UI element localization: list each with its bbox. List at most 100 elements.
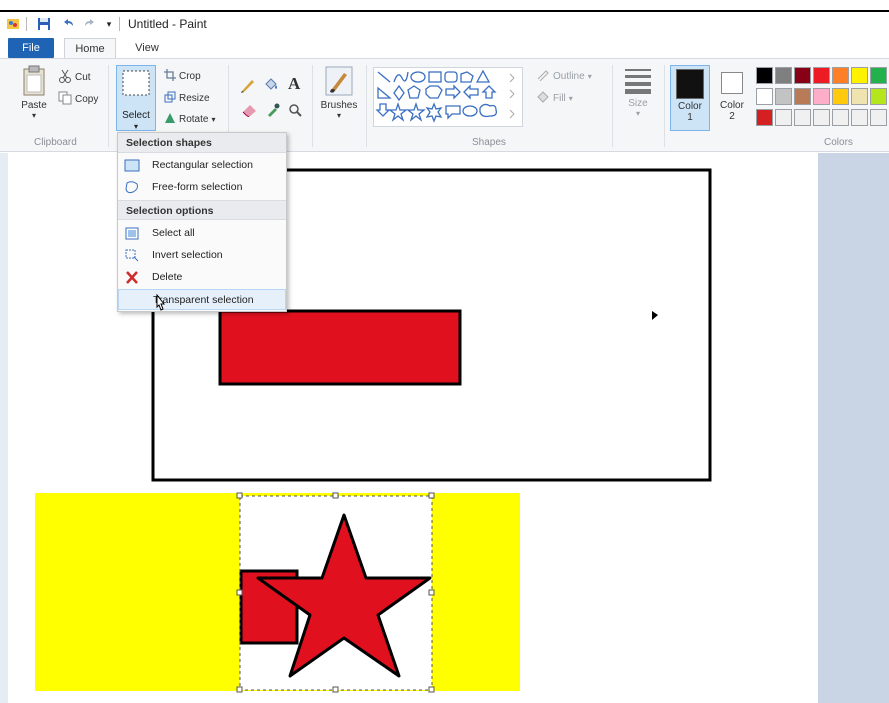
tab-file[interactable]: File [8, 38, 54, 58]
magnifier-icon[interactable] [288, 103, 302, 120]
divider [119, 17, 120, 31]
pencil-icon[interactable] [240, 77, 256, 96]
chevron-down-icon: ▾ [133, 122, 138, 131]
divider [108, 65, 109, 147]
divider [366, 65, 367, 147]
color2-number: 2 [729, 111, 735, 122]
palette-swatch[interactable] [794, 88, 811, 105]
palette-swatch[interactable] [813, 67, 830, 84]
divider [664, 65, 665, 147]
canvas-margin-panel [818, 153, 889, 703]
copy-label: Copy [75, 94, 99, 105]
undo-icon[interactable] [60, 16, 76, 32]
customize-toolbar-icon[interactable]: ▾ [104, 16, 114, 32]
divider [26, 17, 27, 31]
chevron-down-icon: ▾ [31, 111, 36, 120]
palette-swatch[interactable] [870, 88, 887, 105]
color1-swatch [676, 69, 704, 99]
ribbon-tabs: File Home View [0, 36, 889, 58]
color2-label: Color [720, 100, 744, 111]
palette-swatch[interactable] [756, 67, 773, 84]
rotate-label: Rotate [179, 114, 209, 125]
brushes-label: Brushes [320, 100, 358, 111]
shapes-gallery[interactable] [373, 67, 523, 127]
menu-item-label: Free-form selection [152, 181, 243, 193]
copy-icon [58, 91, 72, 108]
size-label: Size [628, 98, 648, 109]
rotate-icon [164, 112, 176, 127]
color2-button[interactable]: Color 2 [712, 65, 752, 131]
palette-swatch[interactable] [832, 67, 849, 84]
tab-home[interactable]: Home [64, 38, 116, 58]
paint-app-icon[interactable] [6, 16, 20, 32]
red-rectangle [218, 309, 462, 386]
title-bar: ▾ Untitled - Paint [0, 10, 889, 34]
menu-item-label: Delete [152, 271, 183, 283]
redo-icon[interactable] [82, 16, 98, 32]
mouse-cursor-icon [156, 294, 166, 311]
resize-button[interactable]: Resize [164, 91, 210, 106]
select-button[interactable]: Select ▾ [116, 65, 156, 131]
menu-item-label: Transparent selection [153, 294, 254, 306]
palette-swatch[interactable] [832, 88, 849, 105]
tab-view[interactable]: View [124, 38, 170, 58]
palette-swatch[interactable] [870, 67, 887, 84]
chevron-down-icon: ▾ [568, 94, 573, 103]
chevron-down-icon: ▾ [336, 111, 341, 120]
palette-swatch[interactable] [813, 88, 830, 105]
paste-button[interactable]: Paste ▾ [14, 65, 54, 120]
window-title: Untitled - Paint [128, 17, 207, 31]
eraser-icon[interactable] [242, 103, 258, 120]
palette-swatch[interactable] [775, 88, 792, 105]
fill-label: Fill [553, 93, 566, 104]
menu-item-transparent-selection[interactable]: Transparent selection [118, 289, 286, 310]
palette-swatch[interactable] [756, 88, 773, 105]
select-label: Select [122, 110, 150, 121]
menu-item-freeform-selection[interactable]: Free-form selection [118, 177, 286, 198]
selection-rectangle-icon [122, 70, 150, 96]
resize-label: Resize [179, 93, 210, 104]
copy-button[interactable]: Copy [58, 91, 98, 108]
crop-button[interactable]: Crop [164, 69, 201, 84]
color1-button[interactable]: Color 1 [670, 65, 710, 131]
menu-item-select-all[interactable]: Select all [118, 223, 286, 244]
cut-button[interactable]: Cut [58, 69, 91, 86]
menu-item-delete[interactable]: Delete [118, 267, 286, 288]
color-picker-icon[interactable] [266, 103, 280, 120]
divider [612, 65, 613, 147]
palette-swatch[interactable] [870, 109, 887, 126]
palette-swatch[interactable] [851, 109, 868, 126]
chevron-down-icon: ▾ [587, 72, 592, 81]
palette-swatch[interactable] [851, 67, 868, 84]
palette-swatch[interactable] [794, 67, 811, 84]
palette-swatch[interactable] [756, 109, 773, 126]
rotate-button[interactable]: Rotate ▾ [164, 112, 215, 127]
fill-bucket-icon[interactable] [263, 77, 279, 96]
invert-selection-icon [124, 248, 140, 263]
color1-number: 1 [687, 112, 693, 123]
outline-button[interactable]: Outline ▾ [536, 69, 592, 84]
chevron-down-icon: ▾ [635, 109, 640, 118]
fill-button[interactable]: Fill ▾ [536, 91, 573, 106]
menu-item-rectangular-selection[interactable]: Rectangular selection [118, 155, 286, 176]
colors-group-label: Colors [824, 137, 853, 148]
freeform-selection-icon [124, 180, 140, 195]
palette-swatch[interactable] [813, 109, 830, 126]
palette-swatch[interactable] [794, 109, 811, 126]
size-button[interactable]: Size ▾ [618, 65, 658, 118]
palette-swatch[interactable] [775, 109, 792, 126]
palette-swatch[interactable] [851, 88, 868, 105]
chevron-down-icon: ▾ [211, 115, 216, 124]
menu-item-label: Select all [152, 227, 195, 239]
clipboard-icon [23, 65, 45, 96]
shapes-group-label: Shapes [472, 137, 506, 148]
menu-item-invert-selection[interactable]: Invert selection [118, 245, 286, 266]
fill-icon [536, 91, 550, 106]
color2-swatch [721, 72, 743, 94]
clipboard-group-label: Clipboard [34, 137, 77, 148]
text-tool-icon[interactable]: A [288, 74, 300, 94]
palette-swatch[interactable] [832, 109, 849, 126]
brushes-button[interactable]: Brushes ▾ [317, 65, 361, 120]
palette-swatch[interactable] [775, 67, 792, 84]
save-icon[interactable] [36, 16, 52, 32]
